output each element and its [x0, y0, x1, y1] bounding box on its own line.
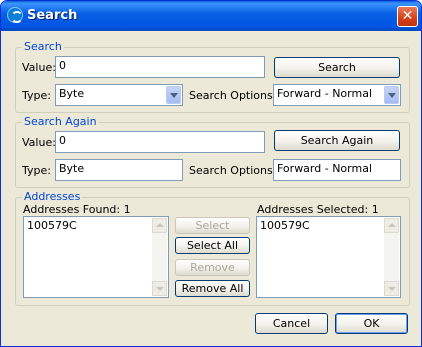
addresses-group-legend: Addresses: [22, 190, 83, 203]
scroll-down-icon[interactable]: [152, 281, 167, 296]
search-options-value: Forward - Normal: [277, 87, 372, 100]
cancel-button[interactable]: Cancel: [255, 313, 328, 334]
search-type-value: Byte: [59, 87, 85, 100]
search-again-value-label: Value:: [22, 136, 56, 149]
addresses-found-list[interactable]: 100579C: [23, 216, 169, 298]
search-again-type-field: Byte: [55, 159, 183, 181]
search-value-label: Value:: [22, 61, 56, 74]
search-type-label: Type:: [22, 89, 51, 102]
close-icon[interactable]: ✕: [397, 6, 418, 27]
search-options-label: Search Options:: [189, 89, 277, 102]
chevron-down-icon[interactable]: [384, 86, 399, 104]
window-title: Search: [27, 8, 78, 23]
search-value-input[interactable]: 0: [55, 56, 265, 78]
search-again-options-label: Search Options:: [189, 164, 277, 177]
scroll-down-icon[interactable]: [384, 281, 399, 296]
search-again-value-input[interactable]: 0: [55, 131, 265, 153]
app-icon: [7, 7, 23, 23]
search-dialog: Search ✕ Search Value: 0 Search Type: By…: [0, 0, 422, 347]
search-type-select[interactable]: Byte: [55, 84, 183, 106]
addresses-found-label: Addresses Found: 1: [23, 203, 131, 216]
found-list-scrollbar[interactable]: [152, 218, 167, 296]
search-again-group-legend: Search Again: [22, 115, 99, 128]
search-again-type-label: Type:: [22, 164, 51, 177]
remove-all-button[interactable]: Remove All: [175, 280, 250, 297]
selected-list-scrollbar[interactable]: [384, 218, 399, 296]
search-again-options-field: Forward - Normal: [273, 159, 401, 181]
addresses-selected-list[interactable]: 100579C: [256, 216, 401, 298]
remove-button[interactable]: Remove: [175, 259, 250, 276]
chevron-down-icon[interactable]: [166, 86, 181, 104]
search-options-select[interactable]: Forward - Normal: [273, 84, 401, 106]
list-item[interactable]: 100579C: [260, 219, 310, 232]
scroll-up-icon[interactable]: [152, 218, 167, 233]
list-item[interactable]: 100579C: [27, 219, 77, 232]
select-all-button[interactable]: Select All: [175, 237, 250, 254]
select-button[interactable]: Select: [175, 217, 250, 234]
title-bar[interactable]: Search ✕: [1, 1, 421, 31]
search-group-legend: Search: [22, 40, 64, 53]
scroll-up-icon[interactable]: [384, 218, 399, 233]
ok-button[interactable]: OK: [335, 313, 408, 334]
addresses-selected-label: Addresses Selected: 1: [257, 203, 379, 216]
search-again-button[interactable]: Search Again: [274, 130, 400, 151]
search-button[interactable]: Search: [274, 57, 400, 78]
